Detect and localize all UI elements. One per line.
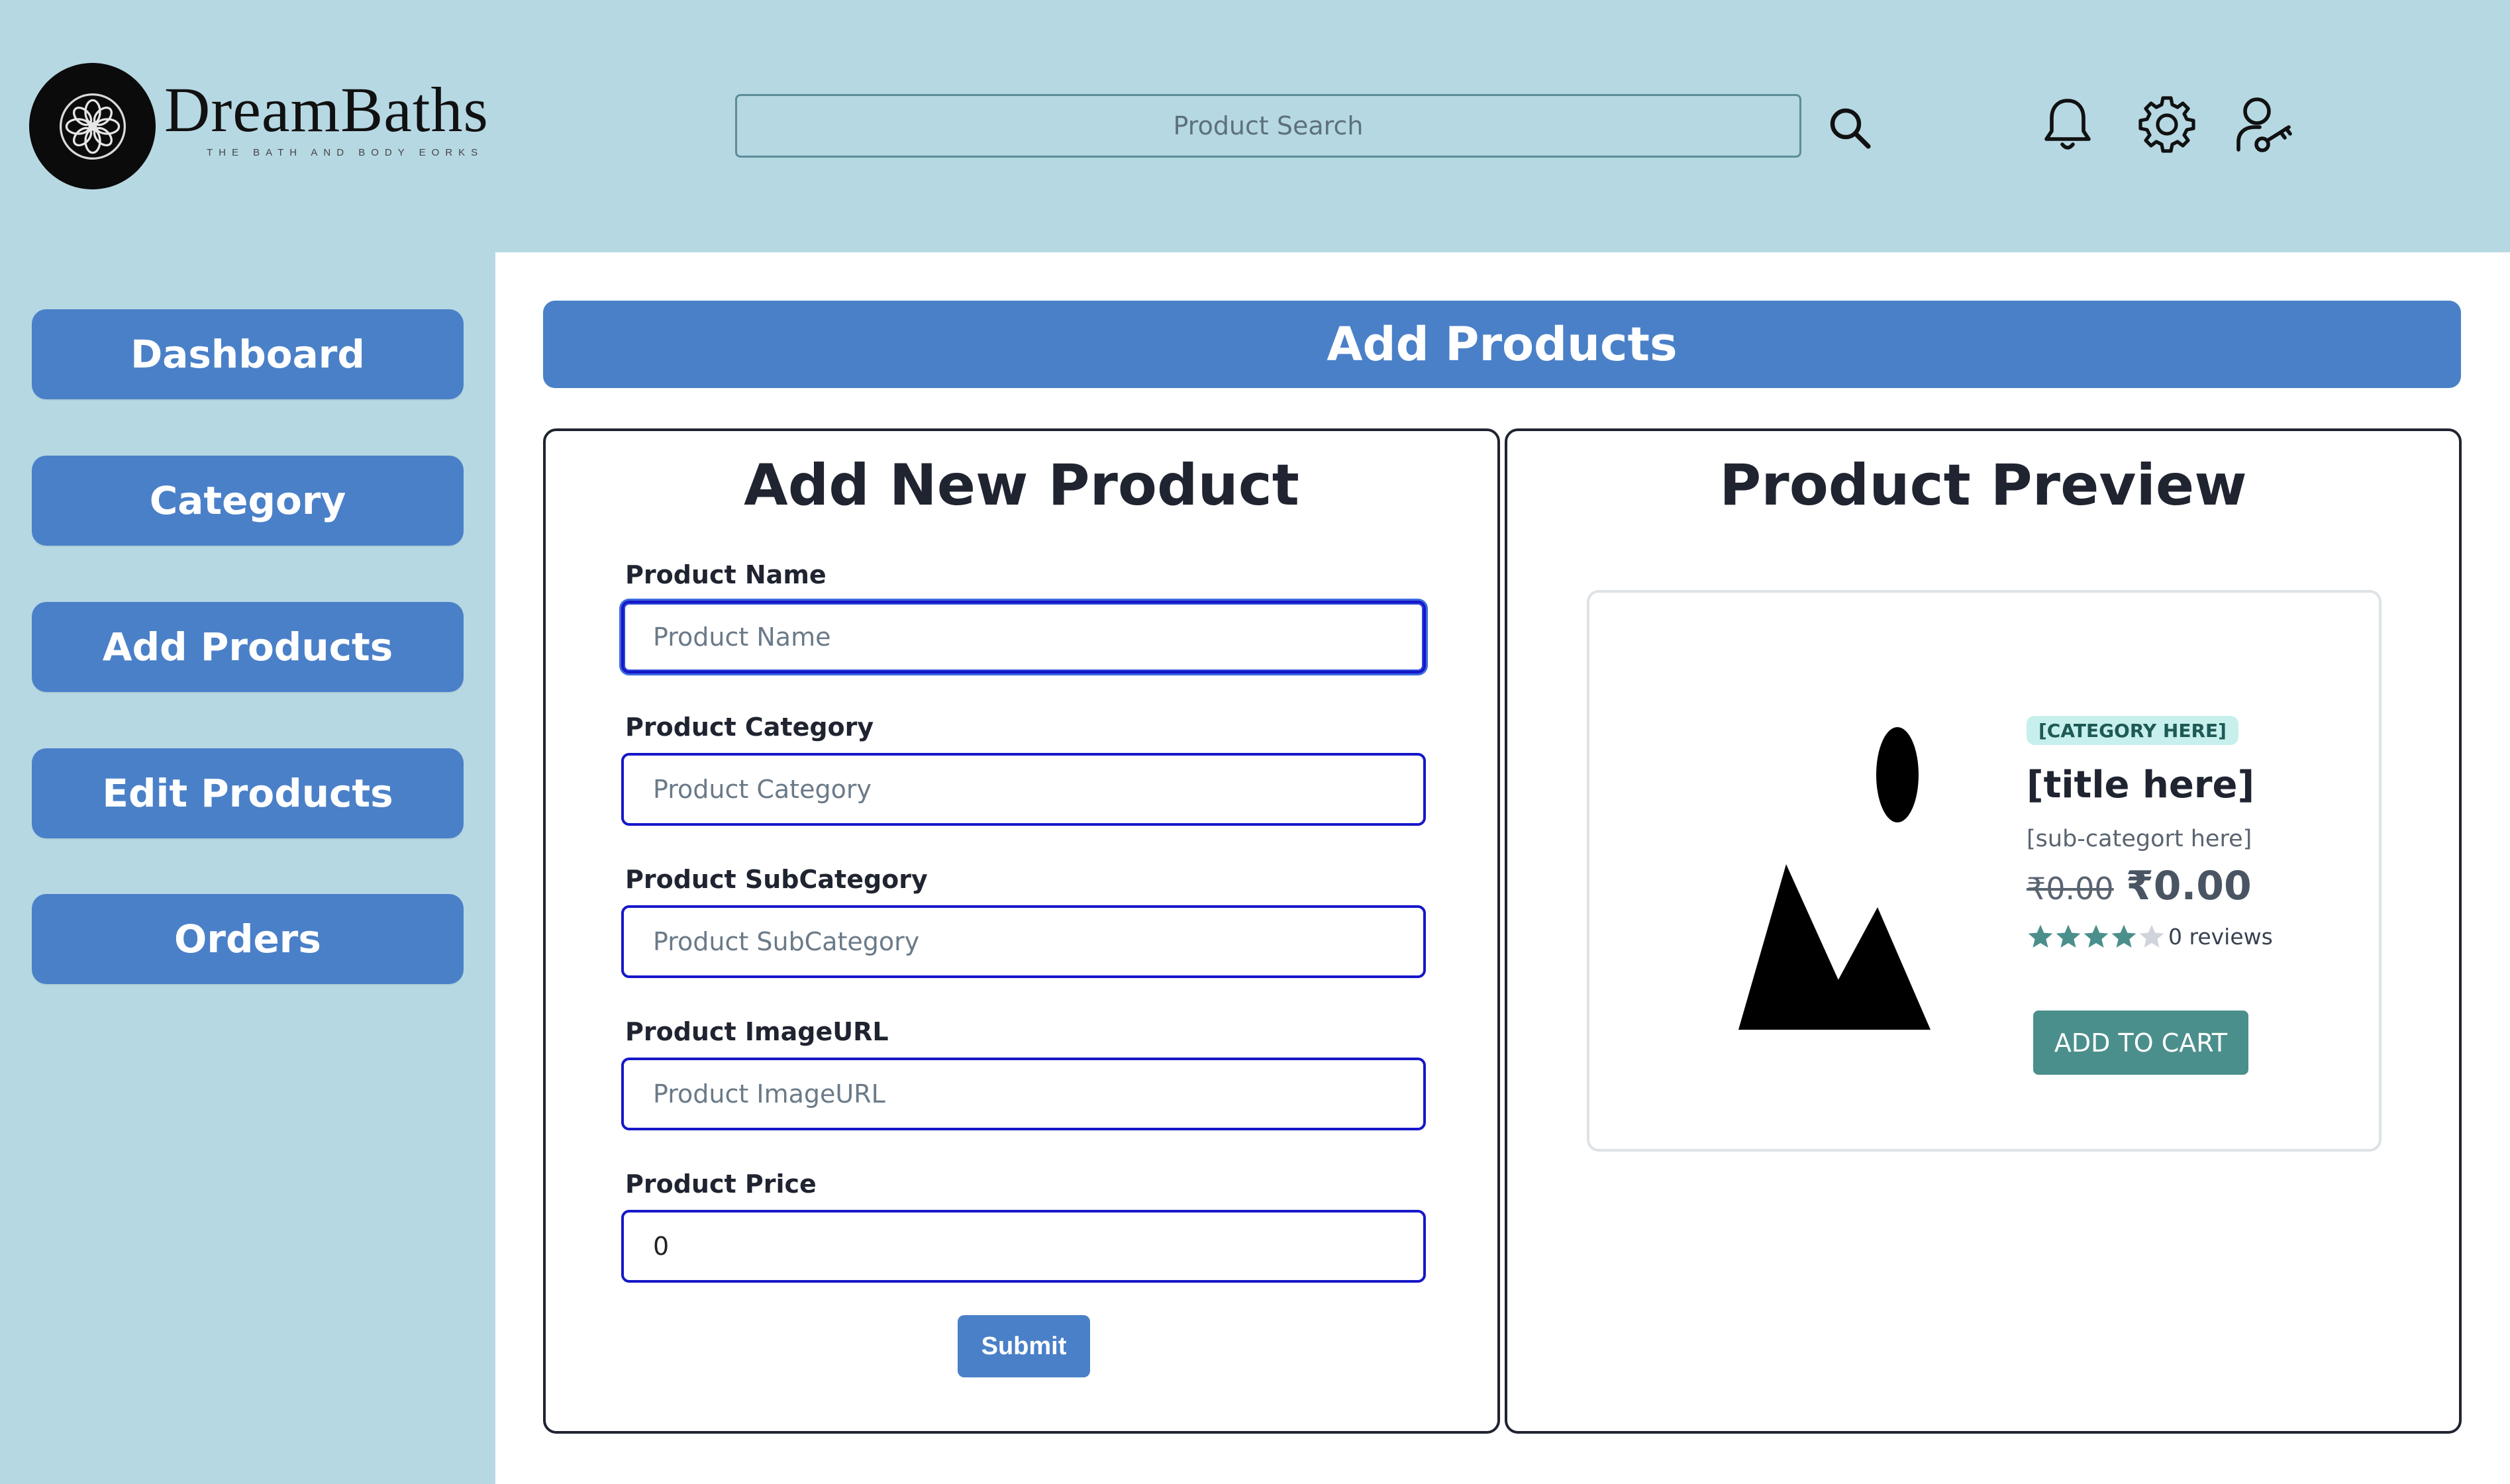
search-icon[interactable] <box>1825 103 1878 156</box>
page-title-banner: Add Products <box>543 301 2461 388</box>
product-imageurl-label: Product ImageURL <box>625 1017 889 1046</box>
product-title: [title here] <box>2027 764 2255 807</box>
top-header: DreamBaths THE BATH AND BODY EORKS <box>0 0 2510 252</box>
category-badge: [CATEGORY HERE] <box>2027 716 2238 745</box>
rating-stars <box>2027 922 2166 952</box>
product-name-label: Product Name <box>625 560 827 589</box>
submit-button[interactable]: Submit <box>958 1315 1090 1377</box>
product-search-input[interactable] <box>735 94 1801 158</box>
star-empty-icon <box>2139 924 2164 948</box>
brand-name: DreamBaths <box>164 74 489 145</box>
product-subcategory: [sub-categort here] <box>2027 826 2252 852</box>
form-title: Add New Product <box>744 452 1299 519</box>
product-category-input[interactable] <box>621 753 1426 826</box>
star-filled-icon <box>2056 924 2081 948</box>
bell-icon[interactable] <box>2034 91 2101 158</box>
sidebar-item-dashboard[interactable]: Dashboard <box>32 309 464 399</box>
star-filled-icon <box>2111 924 2136 948</box>
admin-page: DreamBaths THE BATH AND BODY EORKS Dashb… <box>0 0 2510 1484</box>
product-price-label: Product Price <box>625 1169 817 1199</box>
sidebar-item-category[interactable]: Category <box>32 456 464 546</box>
product-name-input[interactable] <box>621 601 1426 673</box>
star-filled-icon <box>2028 924 2053 948</box>
sidebar-item-orders[interactable]: Orders <box>32 894 464 984</box>
sale-price: ₹0.00 <box>2126 863 2252 909</box>
gear-icon[interactable] <box>2134 91 2200 158</box>
user-key-icon[interactable] <box>2231 91 2297 158</box>
product-subcategory-input[interactable] <box>621 905 1426 978</box>
original-price: ₹0.00 <box>2027 871 2114 907</box>
product-preview-card: [CATEGORY HERE] [title here] [sub-catego… <box>1587 590 2382 1152</box>
product-preview-panel: Product Preview [CATEGORY HERE] [title h… <box>1505 428 2462 1434</box>
sidebar-item-add-products[interactable]: Add Products <box>32 602 464 692</box>
product-subcategory-label: Product SubCategory <box>625 865 928 894</box>
image-placeholder-icon <box>1738 727 1931 1030</box>
sidebar-item-edit-products[interactable]: Edit Products <box>32 748 464 838</box>
add-product-form-panel: Add New Product Product Name Product Cat… <box>543 428 1500 1434</box>
product-category-label: Product Category <box>625 713 874 742</box>
preview-title: Product Preview <box>1719 452 2247 519</box>
add-to-cart-button[interactable]: ADD TO CART <box>2033 1011 2248 1075</box>
brand-tagline: THE BATH AND BODY EORKS <box>207 147 484 158</box>
reviews-count: 0 reviews <box>2168 924 2273 950</box>
star-filled-icon <box>2083 924 2109 948</box>
flower-icon <box>59 93 126 160</box>
product-imageurl-input[interactable] <box>621 1058 1426 1130</box>
brand-logo-icon[interactable] <box>29 63 156 189</box>
sidebar <box>0 252 495 1484</box>
product-price-input[interactable] <box>621 1210 1426 1283</box>
